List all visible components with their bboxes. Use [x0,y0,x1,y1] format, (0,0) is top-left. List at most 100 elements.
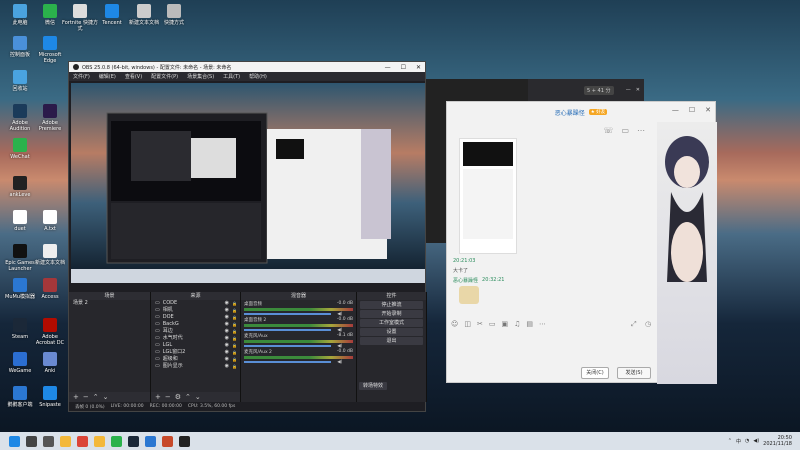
chat-minimize-button[interactable]: — [672,106,679,114]
tray-chevron-icon[interactable]: ⌃ [728,438,732,444]
lock-icon[interactable]: 🔒 [232,335,237,342]
visibility-eye-icon[interactable]: ◉ [225,314,229,321]
desktop-icon[interactable]: Snipaste [32,386,68,408]
gif-icon[interactable]: ◫ [464,320,471,328]
chat-titlebar[interactable]: 恶心暴躁怪 ★ 好友 — ☐ ✕ [447,102,715,122]
source-item[interactable]: ▭ 超级和 ◉ 🔒 [151,356,240,363]
volume-icon[interactable]: ◀) [753,438,759,444]
obs-icon[interactable] [179,435,190,447]
obs-preview[interactable] [71,83,425,283]
lock-icon[interactable]: 🔒 [232,342,237,349]
folder-icon[interactable]: ▭ [489,320,496,328]
menu-item[interactable]: 编辑(E) [99,73,116,80]
desktop-icon[interactable]: 快捷方式 [156,4,192,26]
more-icon[interactable]: ⋯ [539,320,546,328]
lock-icon[interactable]: 🔒 [232,321,237,328]
move-up-icon[interactable]: ⌃ [93,393,99,401]
lock-icon[interactable]: 🔒 [232,356,237,363]
chat-history-icon[interactable]: ▤ [526,320,533,328]
visibility-eye-icon[interactable]: ◉ [225,328,229,335]
volume-slider[interactable] [244,329,332,331]
desktop-icon[interactable]: ankLeve [2,176,38,198]
source-settings-icon[interactable]: ⚙ [175,393,181,401]
shared-image[interactable] [459,138,517,254]
game-icon[interactable] [162,435,173,447]
task-view-icon[interactable] [43,435,54,447]
close-button[interactable]: ✕ [416,64,421,71]
menu-item[interactable]: 工具(T) [223,73,240,80]
desktop-icon[interactable]: Anki [32,352,68,374]
move-up-icon[interactable]: ⌃ [185,393,191,401]
control-button[interactable]: 工作室模式 [360,319,423,327]
sticker-image[interactable] [459,286,479,304]
maximize-button[interactable]: ☐ [401,64,406,71]
control-button[interactable]: 退出 [360,337,423,345]
expand-icon[interactable]: ⤢ [631,320,637,329]
clock-icon[interactable]: ◷ [645,320,651,328]
send-button[interactable]: 发送(S) [617,367,651,379]
desktop-icon[interactable]: 新建文本文档 [32,244,68,266]
search-icon[interactable] [26,435,37,447]
chat-maximize-button[interactable]: ☐ [689,106,695,114]
file-explorer-icon[interactable] [60,435,71,447]
wechat-icon[interactable] [111,435,122,447]
menu-item[interactable]: 文件(F) [73,73,90,80]
menu-item[interactable]: 配置文件(P) [151,73,178,80]
desktop-icon[interactable]: Adobe Acrobat DC [32,318,68,346]
minimize-button[interactable]: — [385,64,391,71]
scene-item[interactable]: 场景 2 [69,300,150,307]
move-down-icon[interactable]: ⌄ [103,393,109,401]
chat-window[interactable]: 恶心暴躁怪 ★ 好友 — ☐ ✕ ☏ ▭ ⋯ 20:21:03 大卡了 恶心暴躁… [446,101,717,384]
lock-icon[interactable]: 🔒 [232,363,237,370]
control-button[interactable]: 停止推流 [360,301,423,309]
add-scene-button[interactable]: + [73,393,79,401]
add-source-button[interactable]: + [155,393,161,401]
phone-icon[interactable]: ☏ [603,126,613,135]
control-button[interactable]: 开始录制 [360,310,423,318]
speaker-icon[interactable]: ◀) [337,360,342,365]
remove-source-button[interactable]: − [165,393,171,401]
bg-close-button[interactable]: ✕ [636,87,640,93]
visibility-eye-icon[interactable]: ◉ [225,356,229,363]
visibility-eye-icon[interactable]: ◉ [225,321,229,328]
lang-indicator[interactable]: 中 [736,438,741,445]
start-icon[interactable] [9,435,20,447]
visibility-eye-icon[interactable]: ◉ [225,307,229,314]
control-button[interactable]: 设置 [360,328,423,336]
menu-item[interactable]: 场景集合(S) [187,73,214,80]
close-chat-button[interactable]: 关闭(C) [581,367,609,379]
lock-icon[interactable]: 🔒 [232,307,237,314]
scissors-icon[interactable]: ✂ [477,320,483,328]
source-item[interactable]: ▭ 水气时代 ◉ 🔒 [151,335,240,342]
source-item[interactable]: ▭ 图片显示 ◉ 🔒 [151,363,240,370]
source-item[interactable]: ▭ DOE ◉ 🔒 [151,314,240,321]
visibility-eye-icon[interactable]: ◉ [225,335,229,342]
desktop-icon[interactable]: Tencent [94,4,130,26]
chat-close-button[interactable]: ✕ [705,106,711,114]
mail-icon[interactable] [145,435,156,447]
lock-icon[interactable]: 🔒 [232,328,237,335]
folder-icon[interactable] [94,435,105,447]
transitions-tab[interactable]: 转场特效 [359,382,387,390]
chrome-icon[interactable] [77,435,88,447]
more-icon[interactable]: ⋯ [637,126,645,135]
visibility-eye-icon[interactable]: ◉ [225,342,229,349]
lock-icon[interactable]: 🔒 [232,314,237,321]
image-icon[interactable]: ▣ [501,320,508,328]
remove-scene-button[interactable]: − [83,393,89,401]
obs-window[interactable]: OBS 25.0.8 (64-bit, windows) - 配置文件: 未命名… [68,61,427,412]
source-item[interactable]: ▭ LGL ◉ 🔒 [151,342,240,349]
volume-slider[interactable] [244,361,332,363]
menu-item[interactable]: 查看(V) [125,73,142,80]
lock-icon[interactable]: 🔒 [232,349,237,356]
source-item[interactable]: ▭ CODE ◉ 🔒 [151,300,240,307]
desktop-icon[interactable]: WeChat [2,138,38,160]
obs-titlebar[interactable]: OBS 25.0.8 (64-bit, windows) - 配置文件: 未命名… [69,62,425,72]
source-item[interactable]: ▭ 耳边 ◉ 🔒 [151,328,240,335]
source-item[interactable]: ▭ LGL窗口2 ◉ 🔒 [151,349,240,356]
lock-icon[interactable]: 🔒 [232,300,237,307]
source-item[interactable]: ▭ 相机 ◉ 🔒 [151,307,240,314]
desktop-icon[interactable]: Fortnite 快捷方式 [62,4,98,32]
network-icon[interactable]: ◔ [745,438,749,444]
desktop-icon[interactable]: Adobe Premiere [32,104,68,132]
